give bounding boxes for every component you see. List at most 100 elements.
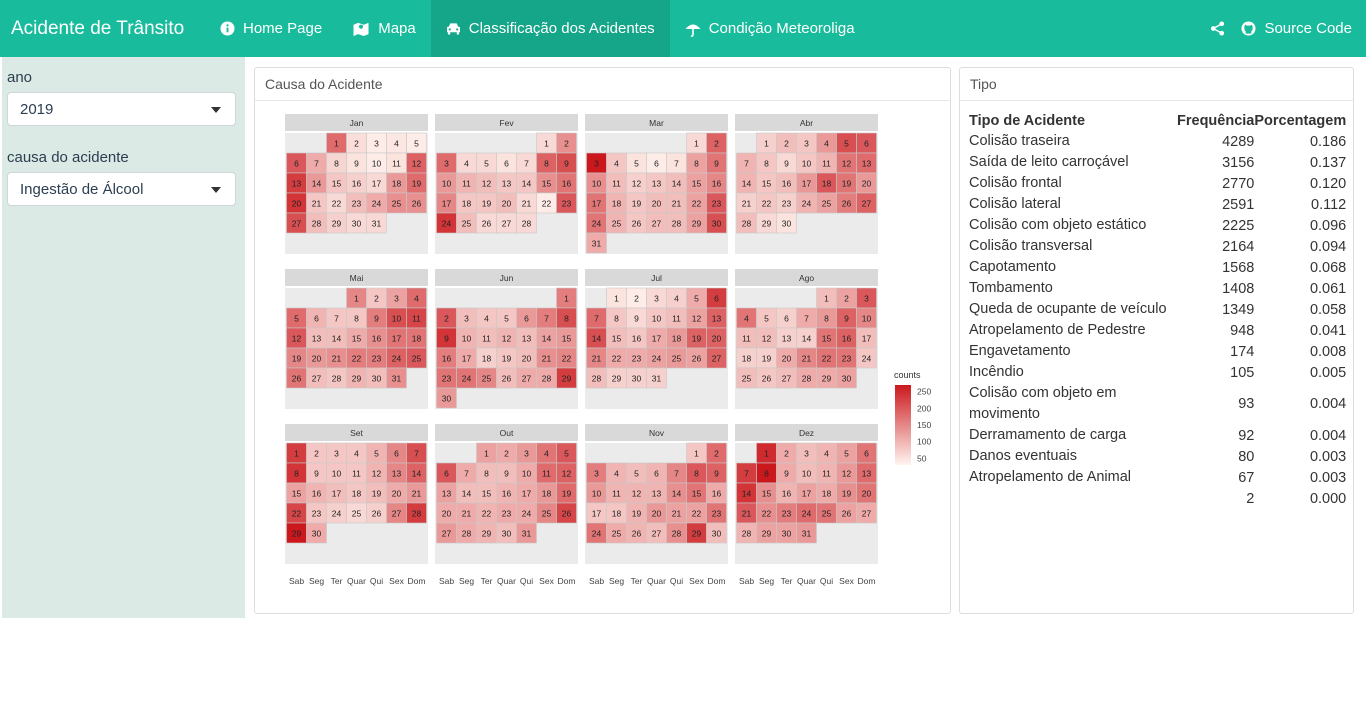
day-number: 6 [654, 469, 659, 479]
causa-select[interactable]: Ingestão de Álcool [7, 172, 236, 206]
day-number: 12 [292, 334, 302, 344]
porcentagem-cell: 0.003 [1309, 448, 1347, 465]
day-number: 3 [864, 294, 869, 304]
day-number: 11 [392, 159, 401, 169]
month-label: Abr [800, 118, 813, 128]
day-number: 13 [312, 334, 322, 344]
frequencia-cell: 1349 [1222, 301, 1255, 318]
day-number: 6 [504, 159, 509, 169]
day-number: 16 [442, 354, 452, 364]
day-number: 8 [614, 314, 619, 324]
day-number: 18 [742, 354, 752, 364]
day-number: 23 [312, 509, 322, 519]
day-number: 22 [692, 509, 702, 519]
day-number: 4 [824, 139, 829, 149]
day-number: 9 [444, 334, 449, 344]
tipo-cell: Atropelamento de Pedestre [969, 322, 1146, 338]
day-number: 7 [674, 469, 679, 479]
day-number: 3 [594, 159, 599, 169]
day-number: 11 [742, 334, 751, 344]
day-number: 29 [762, 219, 772, 229]
tipo-cell: Danos eventuais [969, 448, 1078, 464]
month-label: Fev [499, 118, 514, 128]
table-row: Engavetamento 174 0.008 [969, 341, 1346, 362]
weekday-tick-label: Ter [781, 576, 793, 586]
tipo-cell: Derramamento de carga [969, 427, 1127, 443]
table-row: Colisão frontal 2770 0.120 [969, 173, 1346, 194]
nav-right: Source Code [1202, 0, 1366, 57]
day-number: 30 [632, 374, 642, 384]
causa-label: causa do acidente [7, 149, 129, 166]
day-number: 26 [762, 374, 772, 384]
day-number: 2 [714, 449, 719, 459]
day-number: 9 [784, 159, 789, 169]
weekday-tick-label: Dom [558, 576, 576, 586]
share-button[interactable] [1202, 0, 1233, 57]
app-brand[interactable]: Acidente de Trânsito [0, 18, 205, 40]
day-number: 8 [294, 469, 299, 479]
day-number: 26 [562, 509, 572, 519]
day-number: 6 [784, 314, 789, 324]
frequencia-cell: 2770 [1222, 175, 1255, 192]
day-number: 22 [292, 509, 302, 519]
day-number: 15 [352, 334, 362, 344]
day-number: 19 [762, 354, 772, 364]
day-number: 23 [562, 199, 572, 209]
day-number: 10 [522, 469, 532, 479]
month-label: Ago [799, 273, 814, 283]
day-number: 3 [804, 449, 809, 459]
day-number: 20 [862, 489, 872, 499]
day-number: 6 [864, 449, 869, 459]
tipo-table-body: Colisão traseira 4289 0.186 Saída de leito … [969, 131, 1346, 509]
day-number: 30 [352, 219, 362, 229]
day-number: 4 [824, 449, 829, 459]
day-number: 27 [312, 374, 322, 384]
day-number: 25 [462, 219, 472, 229]
day-number: 30 [502, 529, 512, 539]
tipo-cell: Colisão transversal [969, 238, 1093, 254]
source-code-link[interactable]: Source Code [1233, 0, 1360, 57]
day-number: 12 [842, 159, 852, 169]
porcentagem-cell: 0.058 [1309, 301, 1347, 318]
day-number: 2 [354, 139, 359, 149]
tab-classificacao-acidentes[interactable]: Classificação dos Acidentes [430, 0, 670, 57]
day-number: 13 [502, 179, 512, 189]
tab-mapa[interactable]: Mapa [337, 0, 431, 57]
day-number: 21 [592, 354, 602, 364]
day-number: 6 [524, 314, 529, 324]
day-number: 2 [784, 139, 789, 149]
ano-select[interactable]: 2019 [7, 92, 236, 126]
day-number: 23 [712, 199, 722, 209]
day-number: 8 [544, 159, 549, 169]
day-number: 10 [392, 314, 402, 324]
tab-condicao-meteoroliga[interactable]: Condição Meteoroliga [670, 0, 870, 57]
weekday-tick-label: Sab [589, 576, 604, 586]
day-number: 24 [522, 509, 532, 519]
tipo-table: Tipo de Acidente Frequência Porcentagem … [969, 110, 1346, 509]
day-number: 22 [762, 199, 772, 209]
frequencia-cell: 80 [1238, 448, 1255, 465]
day-number: 6 [714, 294, 719, 304]
day-number: 27 [862, 509, 872, 519]
weekday-tick-label: Qui [820, 576, 833, 586]
weekday-tick-label: Seg [759, 576, 774, 586]
day-number: 12 [562, 469, 572, 479]
day-number: 26 [842, 509, 852, 519]
weekday-tick-label: Sex [389, 576, 404, 586]
day-number: 2 [504, 449, 509, 459]
tab-home-page[interactable]: Home Page [205, 0, 337, 57]
day-number: 24 [592, 219, 602, 229]
day-number: 7 [464, 469, 469, 479]
day-number: 19 [562, 489, 572, 499]
day-number: 15 [692, 489, 702, 499]
day-number: 16 [632, 334, 642, 344]
day-number: 9 [844, 314, 849, 324]
day-number: 22 [352, 354, 362, 364]
day-number: 11 [822, 159, 831, 169]
day-number: 14 [742, 489, 752, 499]
day-number: 16 [782, 179, 792, 189]
day-number: 20 [292, 199, 302, 209]
day-number: 5 [844, 139, 849, 149]
porcentagem-cell: 0.112 [1311, 196, 1347, 213]
day-number: 20 [862, 179, 872, 189]
